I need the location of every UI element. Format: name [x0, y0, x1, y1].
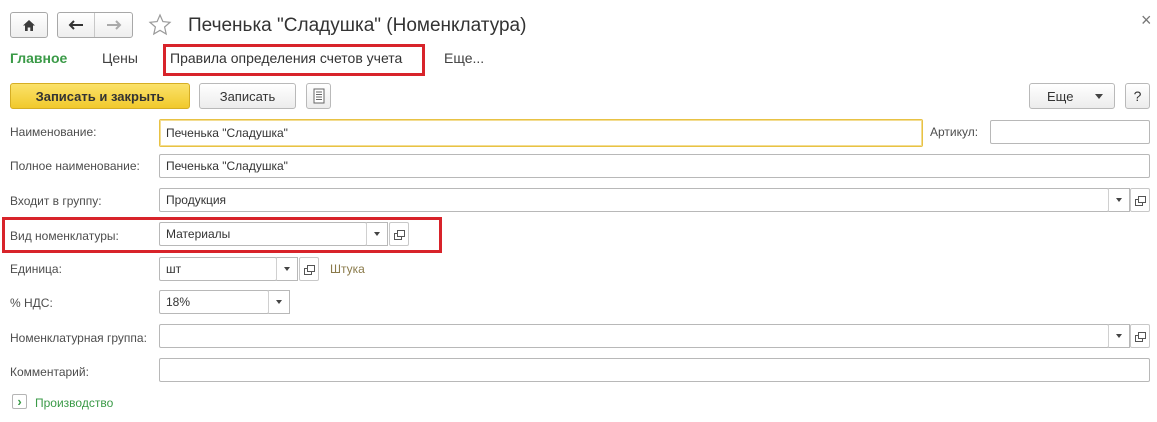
window-title: Печенька "Сладушка" (Номенклатура) — [188, 15, 527, 36]
save-and-close-button[interactable]: Записать и закрыть — [10, 83, 190, 109]
full-name-label: Полное наименование: — [10, 159, 140, 173]
group-label: Входит в группу: — [10, 194, 102, 208]
vat-input[interactable]: 18% — [159, 290, 269, 314]
unit-input[interactable]: шт — [159, 257, 277, 281]
more-actions-label: Еще — [1047, 88, 1074, 104]
open-window-icon — [1135, 331, 1146, 342]
comment-label: Комментарий: — [10, 365, 89, 379]
full-name-input[interactable]: Печенька "Сладушка" — [159, 154, 1150, 178]
chevron-down-icon — [1116, 198, 1122, 202]
history-nav — [57, 12, 133, 38]
tab-prices[interactable]: Цены — [102, 50, 138, 66]
group-input[interactable]: Продукция — [159, 188, 1109, 212]
document-list-icon — [313, 88, 324, 104]
chevron-down-icon — [1095, 94, 1103, 99]
open-window-icon — [394, 229, 405, 240]
back-button[interactable] — [58, 13, 95, 37]
nom-group-label: Номенклатурная группа: — [10, 331, 147, 345]
close-icon[interactable]: × — [1141, 10, 1152, 31]
home-icon — [23, 19, 35, 31]
chevron-down-icon — [284, 267, 290, 271]
unit-dropdown-button[interactable] — [276, 257, 298, 281]
help-button[interactable]: ? — [1125, 83, 1150, 109]
unit-open-button[interactable] — [299, 257, 319, 281]
group-open-button[interactable] — [1130, 188, 1150, 212]
save-button[interactable]: Записать — [199, 83, 296, 109]
favorite-star-button[interactable] — [148, 13, 172, 37]
open-window-icon — [304, 264, 315, 275]
report-button[interactable] — [306, 83, 331, 109]
kind-label: Вид номенклатуры: — [10, 229, 119, 243]
chevron-down-icon — [374, 232, 380, 236]
arrow-left-icon — [68, 20, 83, 30]
article-label: Артикул: — [930, 125, 979, 139]
chevron-down-icon — [1116, 334, 1122, 338]
production-section-toggle[interactable]: › — [12, 394, 27, 409]
kind-input[interactable]: Материалы — [159, 222, 367, 246]
production-section-label[interactable]: Производство — [35, 396, 113, 410]
kind-dropdown-button[interactable] — [366, 222, 388, 246]
name-input[interactable]: Печенька "Сладушка" — [159, 119, 923, 147]
star-icon — [148, 13, 172, 36]
chevron-down-icon — [276, 300, 282, 304]
open-window-icon — [1135, 195, 1146, 206]
group-dropdown-button[interactable] — [1108, 188, 1130, 212]
name-label: Наименование: — [10, 125, 97, 139]
forward-button[interactable] — [95, 13, 132, 37]
more-actions-button[interactable]: Еще — [1029, 83, 1115, 109]
kind-open-button[interactable] — [389, 222, 409, 246]
arrow-right-icon — [106, 20, 121, 30]
nom-group-dropdown-button[interactable] — [1108, 324, 1130, 348]
vat-label: % НДС: — [10, 296, 53, 310]
article-input[interactable] — [990, 120, 1150, 144]
unit-full-name: Штука — [330, 262, 365, 276]
tab-more[interactable]: Еще... — [444, 50, 484, 66]
nom-group-input[interactable] — [159, 324, 1109, 348]
tab-account-rules[interactable]: Правила определения счетов учета — [170, 50, 402, 66]
nom-group-open-button[interactable] — [1130, 324, 1150, 348]
chevron-right-icon: › — [17, 394, 22, 409]
comment-input[interactable] — [159, 358, 1150, 382]
unit-label: Единица: — [10, 262, 62, 276]
vat-dropdown-button[interactable] — [268, 290, 290, 314]
home-button[interactable] — [10, 12, 48, 38]
tab-main[interactable]: Главное — [10, 50, 67, 66]
